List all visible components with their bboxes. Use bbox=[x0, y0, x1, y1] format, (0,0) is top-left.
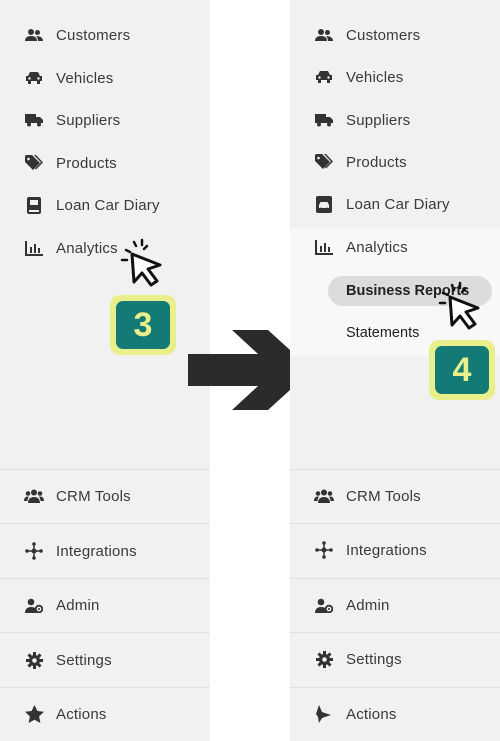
nav-item-actions[interactable]: Actions bbox=[290, 697, 500, 731]
divider bbox=[290, 632, 500, 633]
nav-item-settings[interactable]: Settings bbox=[290, 642, 500, 676]
users-icon bbox=[24, 486, 44, 506]
nav-item-loan-car-diary[interactable]: Loan Car Diary bbox=[0, 188, 210, 222]
nav-label: Actions bbox=[56, 705, 107, 723]
nav-item-products[interactable]: Products bbox=[0, 146, 210, 180]
nav-label: Settings bbox=[56, 651, 112, 669]
nav-label: Settings bbox=[346, 650, 402, 668]
step-number: 3 bbox=[116, 301, 170, 349]
cursor-click-icon bbox=[120, 238, 162, 287]
divider bbox=[0, 632, 210, 633]
nav-label: Integrations bbox=[56, 542, 137, 560]
gear-icon bbox=[24, 650, 44, 670]
nav-item-integrations[interactable]: Integrations bbox=[0, 534, 210, 568]
nav-label: Actions bbox=[346, 705, 397, 723]
nav-label: Integrations bbox=[346, 541, 427, 559]
step-badge-3: 3 bbox=[110, 295, 176, 355]
divider bbox=[290, 687, 500, 688]
car-icon bbox=[314, 67, 334, 87]
book-icon bbox=[24, 195, 44, 215]
nav-item-integrations[interactable]: Integrations bbox=[290, 533, 500, 567]
nav-label: CRM Tools bbox=[346, 487, 421, 505]
nav-label: Admin bbox=[346, 596, 390, 614]
users-icon bbox=[314, 486, 334, 506]
integrations-icon bbox=[24, 541, 44, 561]
nav-label: Suppliers bbox=[346, 111, 411, 129]
divider bbox=[0, 469, 210, 470]
star-icon bbox=[24, 704, 44, 724]
nav-item-actions[interactable]: Actions bbox=[0, 697, 210, 731]
nav-label: Loan Car Diary bbox=[56, 196, 160, 214]
book-icon bbox=[314, 194, 334, 214]
car-icon bbox=[24, 68, 44, 88]
tags-icon bbox=[24, 153, 44, 173]
nav-item-admin[interactable]: Admin bbox=[290, 588, 500, 622]
nav-label: CRM Tools bbox=[56, 487, 131, 505]
nav-label: Products bbox=[346, 153, 407, 171]
admin-icon bbox=[24, 595, 44, 615]
truck-icon bbox=[24, 110, 44, 130]
nav-label: Vehicles bbox=[346, 68, 404, 86]
nav-label: Products bbox=[56, 154, 117, 172]
nav-item-crm-tools[interactable]: CRM Tools bbox=[290, 479, 500, 513]
nav-item-customers[interactable]: Customers bbox=[0, 18, 210, 52]
admin-icon bbox=[314, 595, 334, 615]
nav-label: Customers bbox=[346, 26, 421, 44]
nav-item-suppliers[interactable]: Suppliers bbox=[0, 103, 210, 137]
nav-item-vehicles[interactable]: Vehicles bbox=[0, 61, 210, 95]
nav-label: Loan Car Diary bbox=[346, 195, 450, 213]
chart-icon bbox=[314, 237, 334, 257]
nav-item-analytics[interactable]: Analytics bbox=[290, 230, 500, 264]
nav-item-suppliers[interactable]: Suppliers bbox=[290, 103, 500, 137]
integrations-icon bbox=[314, 540, 334, 560]
nav-item-crm-tools[interactable]: CRM Tools bbox=[0, 479, 210, 513]
nav-item-analytics[interactable]: Analytics bbox=[0, 231, 210, 265]
cursor-click-icon bbox=[438, 281, 480, 330]
left-sidebar: Customers Vehicles Suppliers Products Lo… bbox=[0, 0, 210, 741]
nav-item-admin[interactable]: Admin bbox=[0, 588, 210, 622]
nav-item-vehicles[interactable]: Vehicles bbox=[290, 60, 500, 94]
divider bbox=[0, 523, 210, 524]
divider bbox=[290, 469, 500, 470]
tags-icon bbox=[314, 152, 334, 172]
truck-icon bbox=[314, 110, 334, 130]
nav-label: Analytics bbox=[346, 238, 408, 256]
nav-label: Suppliers bbox=[56, 111, 121, 129]
actions-icon bbox=[314, 704, 334, 724]
nav-label: Customers bbox=[56, 26, 131, 44]
nav-label: Admin bbox=[56, 596, 100, 614]
nav-item-customers[interactable]: Customers bbox=[290, 18, 500, 52]
nav-item-loan-car-diary[interactable]: Loan Car Diary bbox=[290, 187, 500, 221]
nav-item-products[interactable]: Products bbox=[290, 145, 500, 179]
step-badge-4: 4 bbox=[429, 340, 495, 400]
divider bbox=[290, 523, 500, 524]
nav-label: Vehicles bbox=[56, 69, 114, 87]
step-number: 4 bbox=[435, 346, 489, 394]
submenu-label: Statements bbox=[346, 325, 420, 341]
divider bbox=[0, 687, 210, 688]
customers-icon bbox=[314, 25, 334, 45]
divider bbox=[290, 578, 500, 579]
chart-icon bbox=[24, 238, 44, 258]
divider bbox=[0, 578, 210, 579]
customers-icon bbox=[24, 25, 44, 45]
nav-item-settings[interactable]: Settings bbox=[0, 643, 210, 677]
gear-icon bbox=[314, 649, 334, 669]
